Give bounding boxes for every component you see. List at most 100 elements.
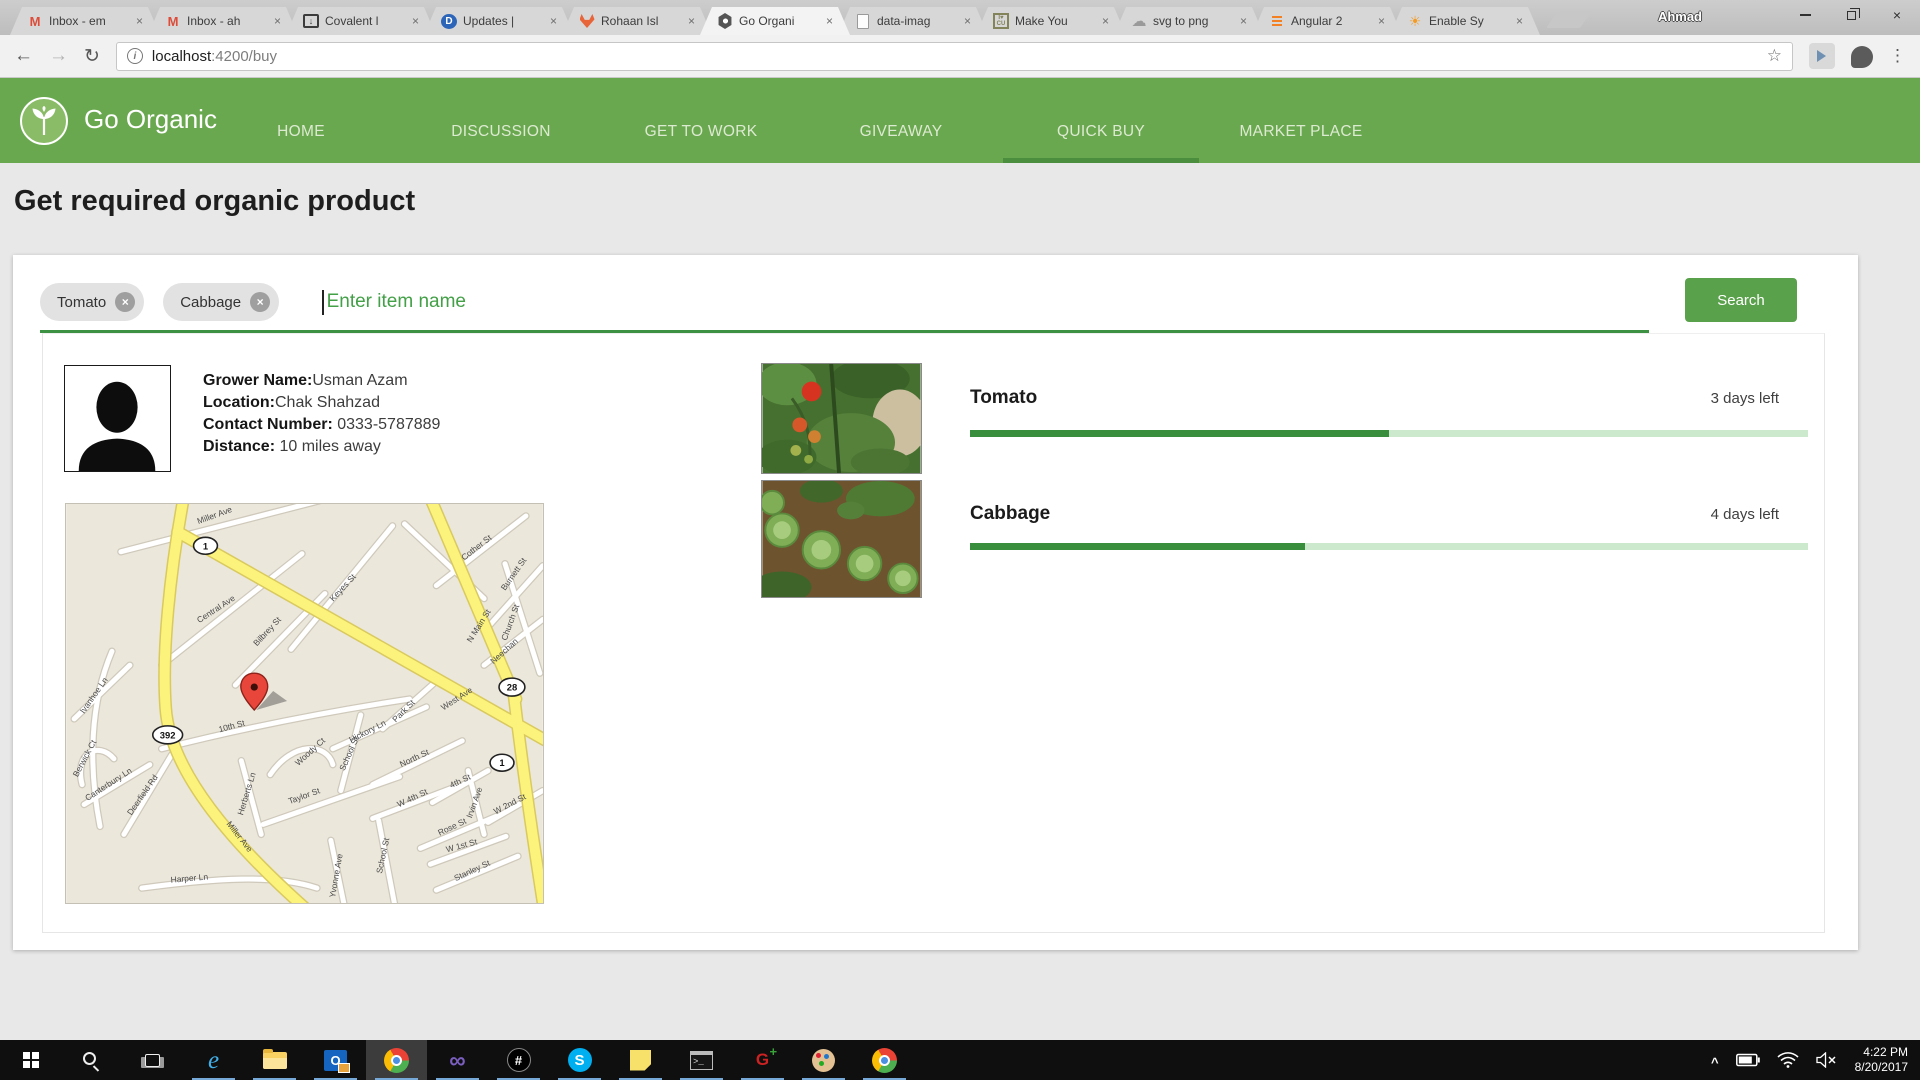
tab-enable-sync[interactable]: ☀ Enable Sy ×	[1390, 7, 1540, 35]
taskbar-chrome-2[interactable]	[854, 1040, 915, 1080]
location-map[interactable]: Miller Ave Central Ave Keyes St Bilbrey …	[65, 503, 544, 904]
tab-title: svg to png	[1153, 14, 1236, 28]
tag-chip-cabbage[interactable]: Cabbage ×	[163, 283, 279, 321]
tab-title: Inbox - em	[49, 14, 132, 28]
extension-icon-1[interactable]	[1809, 43, 1835, 69]
nav-item-quick-buy[interactable]: QUICK BUY	[1001, 78, 1201, 163]
tab-rohaan[interactable]: Rohaan Isl ×	[562, 7, 712, 35]
extension-icon-2[interactable]	[1851, 46, 1873, 68]
new-tab-button[interactable]	[1546, 11, 1592, 28]
svg-text:1: 1	[203, 541, 208, 552]
start-button[interactable]	[0, 1040, 61, 1080]
cabbage-image	[761, 480, 922, 598]
battery-icon[interactable]	[1736, 1053, 1760, 1067]
product-progress-bar	[970, 430, 1808, 437]
close-icon[interactable]: ×	[1240, 15, 1247, 27]
nav-item-discussion[interactable]: DISCUSSION	[401, 78, 601, 163]
search-button[interactable]: Search	[1685, 278, 1797, 322]
tab-covalent[interactable]: ↓ Covalent l ×	[286, 7, 436, 35]
item-name-input[interactable]: Enter item name	[322, 290, 466, 315]
tab-updates[interactable]: D Updates | ×	[424, 7, 574, 35]
close-icon[interactable]: ×	[274, 15, 281, 27]
bookmark-star-icon[interactable]: ☆	[1767, 46, 1782, 66]
taskbar-paint[interactable]	[793, 1040, 854, 1080]
tab-angular[interactable]: Angular 2 ×	[1252, 7, 1402, 35]
remove-tag-icon[interactable]: ×	[250, 292, 270, 312]
nav-item-home[interactable]: HOME	[201, 78, 401, 163]
address-bar[interactable]: i localhost:4200/buy ☆	[116, 42, 1793, 71]
taskbar-chrome-active[interactable]	[366, 1040, 427, 1080]
tag-chip-tomato[interactable]: Tomato ×	[40, 283, 144, 321]
updates-icon: D	[441, 14, 457, 29]
taskbar-sticky-notes[interactable]	[610, 1040, 671, 1080]
close-icon[interactable]: ×	[550, 15, 557, 27]
nav-item-market-place[interactable]: MARKET PLACE	[1201, 78, 1401, 163]
close-icon[interactable]: ×	[1102, 15, 1109, 27]
system-tray: ^ 4:22 PM 8/20/2017	[1711, 1040, 1920, 1080]
taskbar-ie[interactable]: e	[183, 1040, 244, 1080]
close-icon[interactable]: ×	[964, 15, 971, 27]
taskbar-cmd[interactable]: >_	[671, 1040, 732, 1080]
sprout-icon	[31, 106, 57, 136]
wifi-icon[interactable]	[1777, 1052, 1799, 1068]
tab-title: Rohaan Isl	[601, 14, 684, 28]
tab-title: Updates |	[463, 14, 546, 28]
restore-button[interactable]	[1828, 0, 1874, 30]
nav-item-giveaway[interactable]: GIVEAWAY	[801, 78, 1001, 163]
taskbar-hash-app[interactable]: #	[488, 1040, 549, 1080]
go-organic-logo[interactable]	[20, 97, 68, 145]
search-tags-row: Tomato × Cabbage × Enter item name	[40, 283, 466, 321]
page-info-icon[interactable]: i	[127, 48, 143, 64]
chrome-menu-icon[interactable]: ⋮	[1889, 46, 1906, 66]
tab-inbox-1[interactable]: M Inbox - em ×	[10, 7, 160, 35]
tab-svg-to-png[interactable]: ☁ svg to png ×	[1114, 7, 1264, 35]
back-button[interactable]: ←	[14, 45, 33, 67]
taskbar-git-extensions[interactable]: G+	[732, 1040, 793, 1080]
taskbar-visual-studio[interactable]: ∞	[427, 1040, 488, 1080]
brand-title[interactable]: Go Organic	[84, 104, 217, 135]
document-icon	[857, 14, 869, 29]
tab-go-organic-active[interactable]: Go Organi ×	[700, 7, 850, 35]
route-badge: 392	[153, 726, 183, 744]
remove-tag-icon[interactable]: ×	[115, 292, 135, 312]
close-icon[interactable]: ×	[412, 15, 419, 27]
taskbar-search-button[interactable]	[61, 1040, 122, 1080]
task-view-icon	[145, 1054, 160, 1067]
download-icon: ↓	[303, 14, 319, 28]
reload-button[interactable]: ↻	[84, 45, 100, 68]
route-badge: 1	[490, 754, 514, 771]
sun-icon: ☀	[1407, 13, 1423, 29]
close-icon[interactable]: ×	[136, 15, 143, 27]
internet-explorer-icon: e	[208, 1048, 219, 1073]
page-title: Get required organic product	[14, 185, 415, 218]
clock-time: 4:22 PM	[1855, 1045, 1908, 1060]
close-icon[interactable]: ×	[826, 15, 833, 27]
sticky-notes-icon	[630, 1050, 651, 1071]
task-view-button[interactable]	[122, 1040, 183, 1080]
taskbar-file-explorer[interactable]	[244, 1040, 305, 1080]
tab-make-your[interactable]: I♥ CU Make You ×	[976, 7, 1126, 35]
route-badge: 1	[194, 537, 218, 554]
close-window-button[interactable]: ×	[1874, 0, 1920, 30]
close-icon[interactable]: ×	[1378, 15, 1385, 27]
close-icon[interactable]: ×	[688, 15, 695, 27]
minimize-button[interactable]	[1782, 0, 1828, 30]
forward-button[interactable]: →	[49, 45, 68, 67]
close-icon[interactable]: ×	[1516, 15, 1523, 27]
folder-icon	[263, 1052, 287, 1069]
route-badge: 28	[499, 678, 525, 696]
tab-title: Inbox - ah	[187, 14, 270, 28]
volume-muted-icon[interactable]	[1816, 1052, 1838, 1068]
tray-chevron-icon[interactable]: ^	[1711, 1055, 1719, 1070]
taskbar-outlook[interactable]: O	[305, 1040, 366, 1080]
results-panel: Grower Name:Usman Azam Location:Chak Sha…	[42, 333, 1825, 933]
tab-title: Make You	[1015, 14, 1098, 28]
chrome-profile-name[interactable]: Ahmad	[1658, 9, 1702, 24]
tab-title: Enable Sy	[1429, 14, 1512, 28]
taskbar-clock[interactable]: 4:22 PM 8/20/2017	[1855, 1045, 1908, 1075]
nav-item-get-to-work[interactable]: GET TO WORK	[601, 78, 801, 163]
tab-inbox-2[interactable]: M Inbox - ah ×	[148, 7, 298, 35]
taskbar-skype[interactable]: S	[549, 1040, 610, 1080]
tab-data-image[interactable]: data-imag ×	[838, 7, 988, 35]
url-text[interactable]: localhost:4200/buy	[152, 48, 1758, 65]
